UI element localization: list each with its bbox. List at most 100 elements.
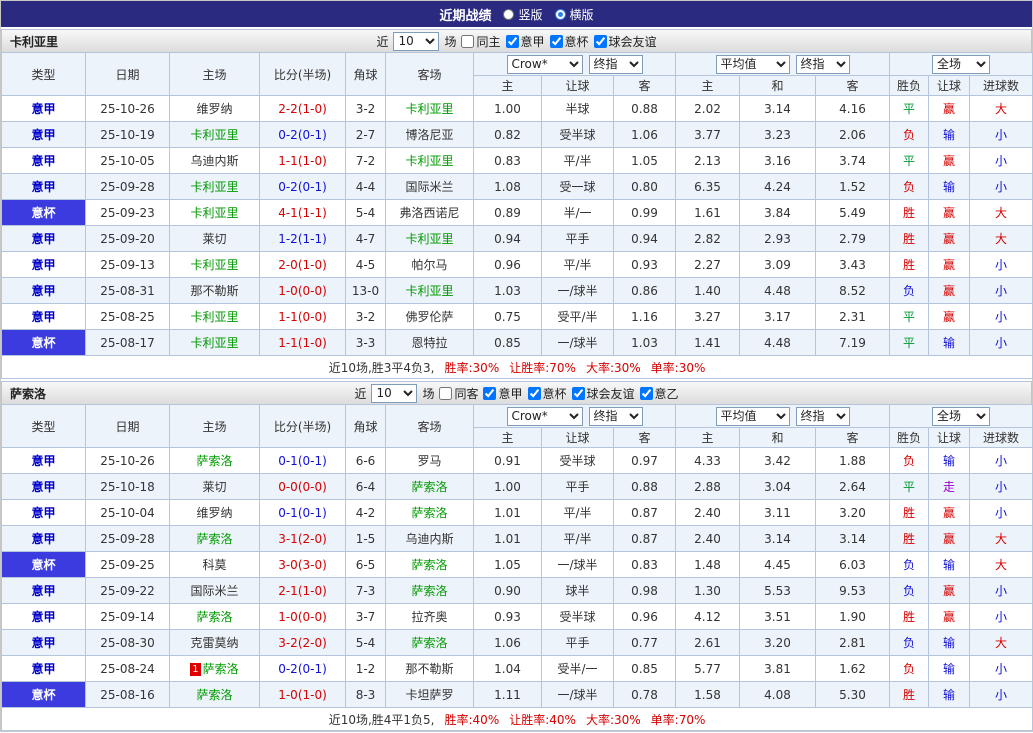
avg-odds-header: 平均值 终指 [676, 53, 890, 76]
filter-bar: 近10场同主意甲意杯球会友谊 [376, 32, 656, 51]
layout-radio-vertical[interactable]: 竖版 [503, 6, 542, 23]
corners: 5-4 [346, 200, 386, 226]
odds-source-select[interactable]: Crow* [507, 407, 583, 426]
radio-unselected-icon[interactable] [503, 9, 514, 20]
checkbox-input[interactable] [594, 35, 607, 48]
checkbox-input[interactable] [439, 387, 452, 400]
ah-home-odds: 0.96 [474, 252, 542, 278]
away-team: 博洛尼亚 [386, 122, 474, 148]
score-ft-ht: 1-0(1-0) [260, 682, 346, 708]
result-wdl: 平 [890, 330, 929, 356]
result-goals: 小 [970, 122, 1033, 148]
home-team: 维罗纳 [170, 96, 260, 122]
filter-checkbox-4[interactable]: 意乙 [640, 385, 679, 402]
filter-checkbox-1[interactable]: 意甲 [506, 33, 545, 50]
checkbox-input[interactable] [483, 387, 496, 400]
radio-selected-icon[interactable] [555, 9, 566, 20]
checkbox-input[interactable] [528, 387, 541, 400]
avg-draw-odds: 4.24 [740, 174, 816, 200]
avg-away-odds: 2.64 [816, 474, 890, 500]
league-type: 意甲 [2, 174, 86, 200]
corners: 4-2 [346, 500, 386, 526]
ah-home-odds: 0.85 [474, 330, 542, 356]
filter-checkbox-3[interactable]: 球会友谊 [594, 33, 657, 50]
home-team: 卡利亚里 [170, 122, 260, 148]
ah-line: 平手 [542, 474, 614, 500]
avg-away-odds: 9.53 [816, 578, 890, 604]
avg-away-odds: 2.31 [816, 304, 890, 330]
odds-time-select[interactable]: 终指 [589, 407, 643, 426]
avg-home-odds: 1.58 [676, 682, 740, 708]
league-type: 意甲 [2, 148, 86, 174]
avg-draw-odds: 3.14 [740, 526, 816, 552]
match-row: 意甲25-08-241萨索洛0-2(0-1)1-2那不勒斯1.04受半/一0.8… [2, 656, 1033, 682]
avg-home-odds: 2.40 [676, 500, 740, 526]
match-date: 25-08-25 [86, 304, 170, 330]
home-team: 萨索洛 [170, 526, 260, 552]
filter-text: 场 [422, 385, 434, 402]
match-date: 25-10-26 [86, 96, 170, 122]
recent-matches-table: 类型 日期 主场 比分(半场) 角球 客场 Crow* 终指 平均值 [1, 404, 1033, 731]
result-goals: 大 [970, 96, 1033, 122]
result-goals: 小 [970, 278, 1033, 304]
avg-away-odds: 4.16 [816, 96, 890, 122]
recent-count-select[interactable]: 10 [371, 384, 417, 403]
result-goals: 大 [970, 630, 1033, 656]
avg-source-select[interactable]: 平均值 [716, 407, 790, 426]
filter-checkbox-0[interactable]: 同主 [461, 33, 500, 50]
filter-checkbox-0[interactable]: 同客 [439, 385, 478, 402]
checkbox-input[interactable] [506, 35, 519, 48]
checkbox-input[interactable] [640, 387, 653, 400]
ah-line: 平手 [542, 630, 614, 656]
scope-select[interactable]: 全场 [932, 407, 990, 426]
result-handicap: 输 [929, 122, 970, 148]
avg-draw-odds: 4.48 [740, 278, 816, 304]
odds-source-select[interactable]: Crow* [507, 55, 583, 74]
subcol-ah-away: 客 [614, 428, 676, 448]
filter-bar: 近10场同客意甲意杯球会友谊意乙 [354, 384, 678, 403]
ah-line: 一/球半 [542, 682, 614, 708]
avg-time-select[interactable]: 终指 [796, 407, 850, 426]
ah-home-odds: 1.08 [474, 174, 542, 200]
filter-checkbox-2[interactable]: 意杯 [528, 385, 567, 402]
result-handicap: 输 [929, 630, 970, 656]
match-date: 25-08-30 [86, 630, 170, 656]
score-ft-ht: 1-1(1-0) [260, 148, 346, 174]
result-wdl: 负 [890, 656, 929, 682]
score-ft-ht: 1-2(1-1) [260, 226, 346, 252]
subcol-wdl: 胜负 [890, 428, 929, 448]
avg-time-select[interactable]: 终指 [796, 55, 850, 74]
scope-select[interactable]: 全场 [932, 55, 990, 74]
filter-checkbox-3[interactable]: 球会友谊 [572, 385, 635, 402]
avg-source-select[interactable]: 平均值 [716, 55, 790, 74]
checkbox-input[interactable] [550, 35, 563, 48]
league-type: 意甲 [2, 630, 86, 656]
match-date: 25-09-23 [86, 200, 170, 226]
ah-away-odds: 1.16 [614, 304, 676, 330]
filter-checkbox-1[interactable]: 意甲 [483, 385, 522, 402]
result-goals: 小 [970, 500, 1033, 526]
layout-radio-horizontal[interactable]: 横版 [555, 6, 594, 23]
result-goals: 大 [970, 226, 1033, 252]
checkbox-input[interactable] [461, 35, 474, 48]
subcol-goals-result: 进球数 [970, 428, 1033, 448]
avg-draw-odds: 3.14 [740, 96, 816, 122]
checkbox-label: 同客 [454, 385, 478, 402]
match-date: 25-09-20 [86, 226, 170, 252]
col-header-score: 比分(半场) [260, 405, 346, 448]
odds-time-select[interactable]: 终指 [589, 55, 643, 74]
filter-checkbox-2[interactable]: 意杯 [550, 33, 589, 50]
match-row: 意杯25-09-25科莫3-0(3-0)6-5萨索洛1.05一/球半0.831.… [2, 552, 1033, 578]
recent-count-select[interactable]: 10 [393, 32, 439, 51]
avg-away-odds: 1.88 [816, 448, 890, 474]
corners: 1-2 [346, 656, 386, 682]
avg-home-odds: 3.27 [676, 304, 740, 330]
score-ft-ht: 1-1(1-0) [260, 330, 346, 356]
col-header-date: 日期 [86, 405, 170, 448]
avg-draw-odds: 2.93 [740, 226, 816, 252]
checkbox-input[interactable] [572, 387, 585, 400]
league-type: 意甲 [2, 656, 86, 682]
result-wdl: 胜 [890, 226, 929, 252]
avg-home-odds: 1.40 [676, 278, 740, 304]
avg-home-odds: 3.77 [676, 122, 740, 148]
